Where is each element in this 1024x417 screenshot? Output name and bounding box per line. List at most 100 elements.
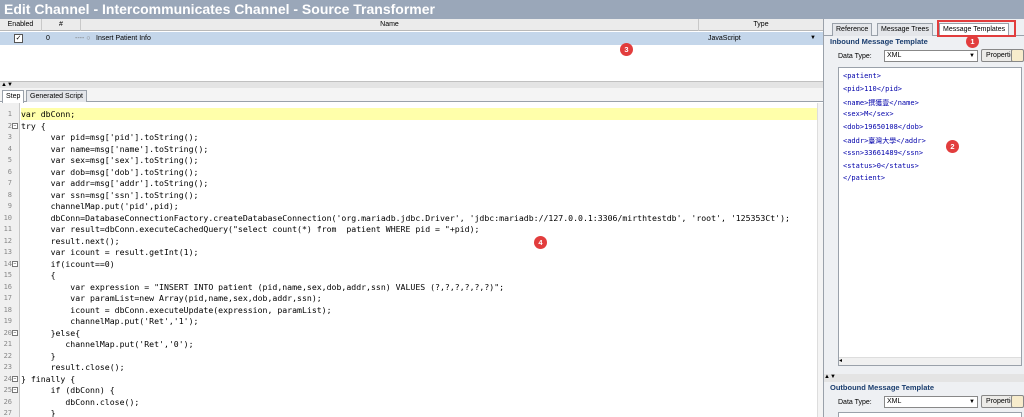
table-row[interactable]: ✓ 0 ---- ○ Insert Patient Info JavaScrip… [0,32,823,45]
code-line[interactable]: var paramList=new Array(pid,name,sex,dob… [21,292,321,304]
code-line[interactable]: channelMap.put('pid',pid); [21,200,179,212]
step-number: 0 [46,35,50,42]
chevron-down-icon: ▼ [969,399,975,405]
code-line[interactable]: var addr=msg['addr'].toString(); [21,177,209,189]
code-line[interactable]: var pid=msg['pid'].toString(); [21,131,199,143]
code-line[interactable]: channelMap.put('Ret','0'); [21,338,193,350]
code-line[interactable]: result.next(); [21,235,120,247]
col-number[interactable]: # [42,19,81,31]
code-line[interactable]: icount = dbConn.executeUpdate(expression… [21,304,331,316]
fold-toggle-icon[interactable]: − [12,387,18,393]
outbound-template-editor[interactable] [838,412,1022,417]
code-line[interactable]: } [21,407,56,417]
line-number: 25 [3,386,12,394]
line-number: 24 [3,374,12,383]
code-area[interactable]: var dbConn; try { var pid=msg['pid'].toSt… [21,103,821,417]
tab-message-trees[interactable]: Message Trees [877,23,933,36]
code-line[interactable]: } finally { [21,373,75,385]
code-line[interactable]: var icount = result.getInt(1); [21,246,199,258]
line-number: 4 [7,144,12,153]
steps-editor-area: Enabled # Name Type ✓ 0 ---- ○ Insert Pa… [0,19,823,417]
inbound-template-editor[interactable]: ◂ <patient> <pid>110</pid> <name>撰獲壹</name… [838,67,1022,366]
step-type[interactable]: JavaScript [708,32,741,45]
fold-toggle-icon[interactable]: − [12,375,18,382]
outbound-data-type-value: XML [887,398,902,405]
notepad-icon[interactable] [1011,395,1024,408]
enabled-checkbox[interactable]: ✓ [14,34,23,43]
line-number: 14 [3,259,12,268]
inbound-template-title: Inbound Message Template [830,37,928,46]
code-line[interactable]: } [21,350,56,362]
steps-table-body [0,45,823,81]
template-line[interactable]: </patient> [843,174,885,182]
code-line[interactable]: var sex=msg['sex'].toString(); [21,154,199,166]
template-line[interactable]: <sex>M</sex> [843,110,894,118]
col-enabled[interactable]: Enabled [0,19,42,31]
line-number: 10 [3,213,12,222]
tab-generated-script[interactable]: Generated Script [26,90,87,102]
code-line[interactable]: var ssn=msg['ssn'].toString(); [21,189,199,201]
tab-step[interactable]: Step [2,90,25,103]
line-number: 3 [7,133,12,141]
line-number-gutter: 1 2−3 4 5 6 7 8 9 10 11 12 13 14−15 16 17 18 19 20−21 22 23… [0,103,20,417]
line-number: 26 [3,397,12,406]
template-line[interactable]: <ssn>33661489</ssn> [843,149,923,157]
line-number: 11 [3,225,12,233]
split-pane-divider[interactable]: ▲▼ [0,81,823,88]
col-type[interactable]: Type [699,19,823,31]
right-split-divider[interactable]: ▲▼ [824,374,1024,382]
line-number: 16 [3,282,12,291]
steps-table-header: Enabled # Name Type [0,19,823,31]
template-line[interactable]: <dob>19650108</dob> [843,123,923,131]
template-line[interactable]: <pid>110</pid> [843,85,902,93]
code-line[interactable]: if(icount==0) [21,258,115,270]
code-line[interactable]: try { [21,120,46,132]
fold-toggle-icon[interactable]: − [12,260,18,267]
annotation-badge-4: 4 [534,236,547,249]
code-line[interactable]: channelMap.put('Ret','1'); [21,315,198,327]
code-line[interactable]: dbConn.close(); [21,396,139,408]
code-line[interactable]: }else{ [21,327,81,339]
fold-toggle-icon[interactable]: − [12,122,18,129]
template-line[interactable]: <addr>臺灣大學</addr> [843,136,926,146]
code-line[interactable]: if (dbConn) { [21,384,115,396]
chevron-down-icon[interactable]: ▼ [810,32,816,45]
notepad-icon[interactable] [1011,49,1024,62]
chevron-down-icon: ▼ [969,53,975,59]
line-number: 15 [3,271,12,279]
inbound-data-type-select[interactable]: XML ▼ [884,50,978,62]
code-line[interactable]: var result=dbConn.executeCachedQuery("se… [21,223,480,235]
code-line[interactable]: dbConn=DatabaseConnectionFactory.createD… [21,212,790,224]
split-arrows-icon[interactable]: ▲▼ [824,374,836,380]
line-number: 7 [7,179,12,187]
line-number: 19 [3,317,12,325]
code-line[interactable]: { [21,269,56,281]
line-number: 1 [7,110,12,118]
line-number: 6 [7,167,12,176]
code-line[interactable]: var expression = "INSERT INTO patient (p… [21,281,504,293]
template-line[interactable]: <status>0</status> [843,162,919,170]
line-number: 21 [3,340,12,348]
code-line[interactable]: var dob=msg['dob'].toString(); [21,166,199,178]
outbound-data-type-select[interactable]: XML ▼ [884,396,978,408]
line-number: 12 [3,236,12,245]
horizontal-scrollbar[interactable]: ◂ [839,357,1021,365]
inbound-data-type-label: Data Type: [838,53,872,60]
line-number: 23 [3,363,12,371]
line-number: 9 [7,202,12,210]
code-editor[interactable]: 1 2−3 4 5 6 7 8 9 10 11 12 13 14−15 16 17 18 19 20−21 22 23… [0,103,823,417]
right-panel: Reference Message Trees Message Template… [823,19,1024,417]
line-number: 17 [3,294,12,302]
code-line[interactable]: result.close(); [21,361,125,373]
tab-reference[interactable]: Reference [832,23,873,36]
line-number: 18 [3,305,12,314]
code-line[interactable]: var dbConn; [21,108,75,120]
col-name[interactable]: Name [81,19,699,31]
line-number: 27 [3,409,12,417]
fold-toggle-icon[interactable]: − [12,329,18,336]
template-line[interactable]: <patient> [843,72,881,80]
template-line[interactable]: <name>撰獲壹</name> [843,98,919,108]
step-name[interactable]: Insert Patient Info [96,32,151,45]
code-line[interactable]: var name=msg['name'].toString(); [21,143,209,155]
line-number: 2 [7,121,12,130]
